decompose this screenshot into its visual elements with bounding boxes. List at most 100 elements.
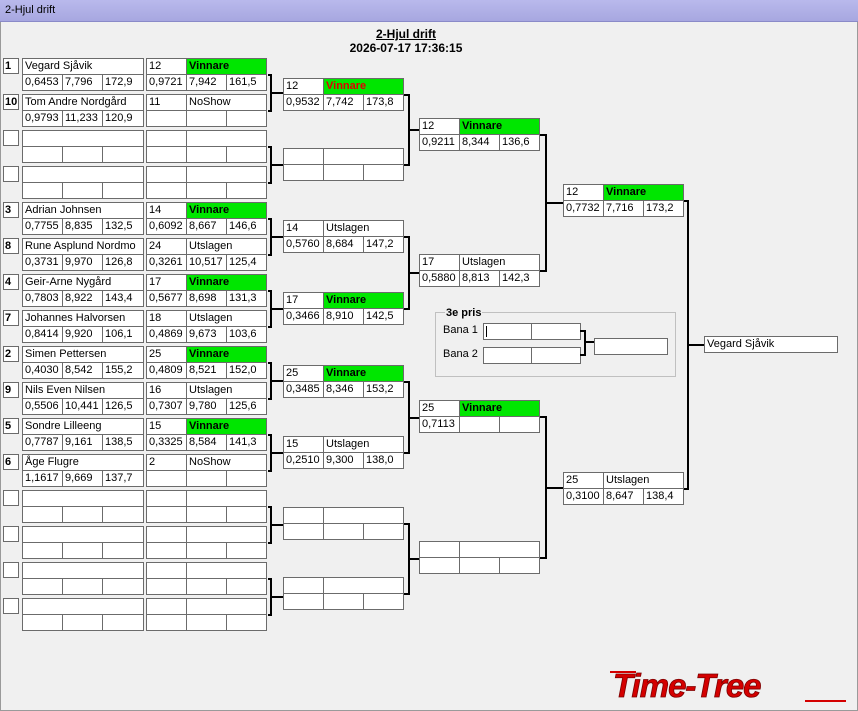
- reaction-time: [283, 593, 324, 610]
- speed: [226, 110, 267, 127]
- result-badge: [323, 507, 404, 524]
- entry-checkbox[interactable]: 10: [3, 94, 19, 110]
- entry-checkbox[interactable]: 1: [3, 58, 19, 74]
- entry-checkbox[interactable]: 3: [3, 202, 19, 218]
- elapsed-time: [186, 110, 227, 127]
- lane-number: [146, 526, 187, 543]
- elapsed-time: 8,835: [62, 218, 103, 235]
- elapsed-time: [323, 164, 364, 181]
- champion-field: Vegard Sjåvik: [704, 336, 838, 353]
- speed: [226, 146, 267, 163]
- lane-number: 12: [419, 118, 460, 135]
- lane-number: 2: [146, 454, 187, 471]
- lane-number: 15: [146, 418, 187, 435]
- speed: 141,3: [226, 434, 267, 451]
- reaction-time: 0,6453: [22, 74, 63, 91]
- connector: [270, 524, 283, 526]
- speed: [102, 614, 144, 631]
- result-badge: Utslagen: [323, 220, 404, 237]
- result-badge: Vinnare: [323, 78, 404, 95]
- lane2-input[interactable]: [483, 347, 532, 364]
- result-badge: [186, 490, 267, 507]
- entry-checkbox[interactable]: 8: [3, 238, 19, 254]
- elapsed-time: [323, 593, 364, 610]
- entry-checkbox[interactable]: 2: [3, 346, 19, 362]
- reaction-time: 0,5880: [419, 270, 460, 287]
- lane-number: [146, 562, 187, 579]
- entry-checkbox[interactable]: [3, 130, 19, 146]
- reaction-time: [146, 470, 187, 487]
- competitor-name: Simen Pettersen: [22, 346, 144, 363]
- result-badge: Vinnare: [186, 202, 267, 219]
- third-prize-winner: [594, 338, 668, 355]
- speed: 103,6: [226, 326, 267, 343]
- result-badge: [323, 148, 404, 165]
- reaction-time: 0,3325: [146, 434, 187, 451]
- lane-number: 18: [146, 310, 187, 327]
- entry-checkbox[interactable]: [3, 562, 19, 578]
- elapsed-time: 7,716: [603, 200, 644, 217]
- elapsed-time: 9,970: [62, 254, 103, 271]
- reaction-time: [22, 182, 63, 199]
- entry-checkbox[interactable]: [3, 166, 19, 182]
- reaction-time: [146, 110, 187, 127]
- lane1-input[interactable]: [483, 323, 532, 340]
- lane-number: 12: [283, 78, 324, 95]
- entry-checkbox[interactable]: 7: [3, 310, 19, 326]
- entry-checkbox[interactable]: [3, 526, 19, 542]
- result-badge: Vinnare: [186, 418, 267, 435]
- lane-number: 17: [283, 292, 324, 309]
- speed: 147,2: [363, 236, 404, 253]
- reaction-time: 0,5677: [146, 290, 187, 307]
- lane-number: 15: [283, 436, 324, 453]
- lane2-time: [531, 347, 581, 364]
- elapsed-time: [62, 182, 103, 199]
- speed: 138,5: [102, 434, 144, 451]
- competitor-name: [22, 490, 144, 507]
- speed: [102, 506, 144, 523]
- entry-checkbox[interactable]: 6: [3, 454, 19, 470]
- reaction-time: 0,7803: [22, 290, 63, 307]
- connector: [408, 417, 419, 419]
- speed: 136,6: [499, 134, 540, 151]
- result-badge: [186, 526, 267, 543]
- entry-checkbox[interactable]: [3, 598, 19, 614]
- connector: [408, 272, 419, 274]
- entry-checkbox[interactable]: 5: [3, 418, 19, 434]
- result-badge: [459, 541, 540, 558]
- speed: [102, 542, 144, 559]
- connector: [408, 558, 419, 560]
- elapsed-time: [62, 506, 103, 523]
- entry-checkbox[interactable]: 9: [3, 382, 19, 398]
- elapsed-time: 8,344: [459, 134, 500, 151]
- lane1-label: Bana 1: [443, 324, 478, 336]
- speed: 142,3: [499, 270, 540, 287]
- reaction-time: 0,7755: [22, 218, 63, 235]
- text-caret: [486, 326, 487, 337]
- elapsed-time: 10,517: [186, 254, 227, 271]
- speed: 153,2: [363, 381, 404, 398]
- speed: [226, 542, 267, 559]
- entry-checkbox[interactable]: 4: [3, 274, 19, 290]
- entry-checkbox[interactable]: [3, 490, 19, 506]
- elapsed-time: 8,584: [186, 434, 227, 451]
- speed: 143,4: [102, 290, 144, 307]
- lane-number: 25: [283, 365, 324, 382]
- competitor-name: Nils Even Nilsen: [22, 382, 144, 399]
- result-badge: Vinnare: [459, 118, 540, 135]
- elapsed-time: 8,922: [62, 290, 103, 307]
- connector: [687, 344, 704, 346]
- speed: 142,5: [363, 308, 404, 325]
- competitor-name: Geir-Arne Nygård: [22, 274, 144, 291]
- result-badge: Vinnare: [186, 58, 267, 75]
- speed: 131,3: [226, 290, 267, 307]
- connector: [270, 452, 283, 454]
- competitor-name: Sondre Lilleeng: [22, 418, 144, 435]
- result-badge: Utslagen: [186, 238, 267, 255]
- event-title: 2-Hjul drift: [376, 27, 436, 41]
- reaction-time: 0,3731: [22, 254, 63, 271]
- result-badge: Vinnare: [323, 365, 404, 382]
- competitor-name: [22, 166, 144, 183]
- competitor-name: Johannes Halvorsen: [22, 310, 144, 327]
- lane-number: [283, 507, 324, 524]
